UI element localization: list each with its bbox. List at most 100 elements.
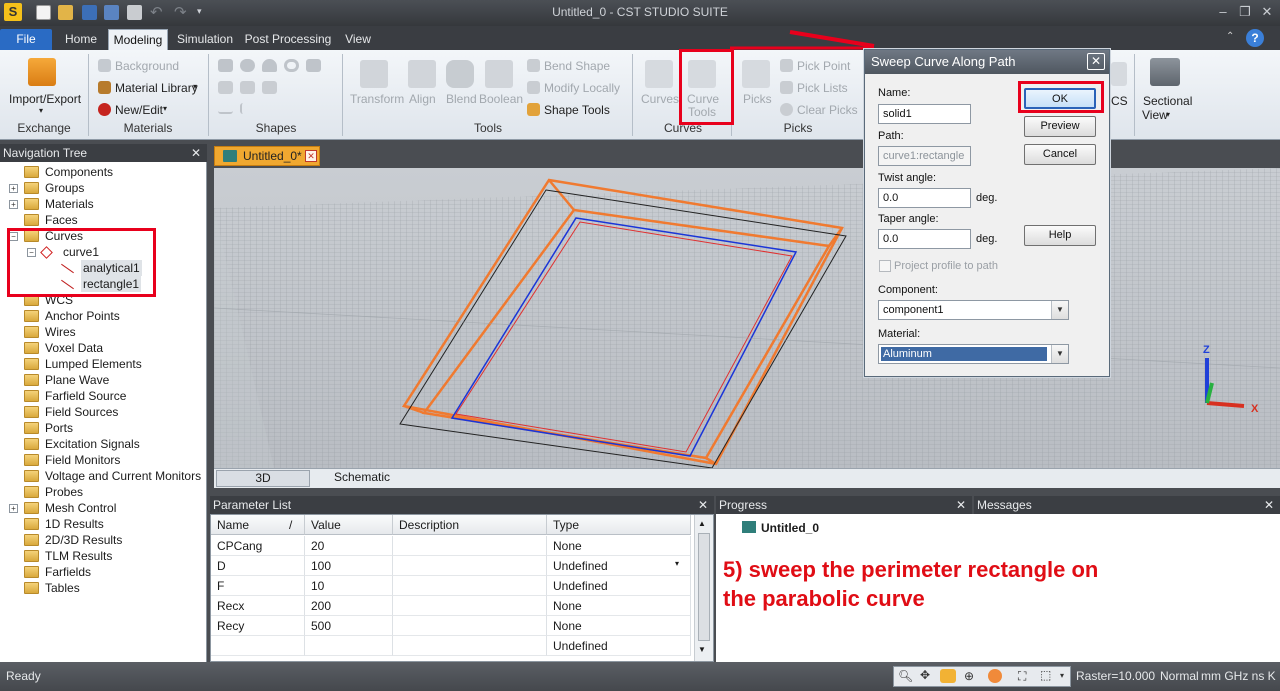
- view-dropdown-icon[interactable]: ▾: [1060, 671, 1064, 680]
- orient-icon[interactable]: [988, 669, 1002, 683]
- collapse-icon[interactable]: −: [9, 232, 18, 241]
- parameter-list-close-icon[interactable]: ✕: [698, 496, 708, 514]
- nav-tree-item[interactable]: Field Monitors: [0, 452, 207, 468]
- table-cell-description[interactable]: [393, 616, 547, 636]
- nav-tree-item[interactable]: 1D Results: [0, 516, 207, 532]
- restore-icon[interactable]: ❐: [1236, 4, 1254, 20]
- tab-home[interactable]: Home: [58, 29, 104, 50]
- modify-locally-button[interactable]: Modify Locally: [544, 81, 620, 95]
- nav-tree-item[interactable]: Tables: [0, 580, 207, 596]
- taper-angle-input[interactable]: 0.0: [878, 229, 971, 249]
- material-dropdown-icon[interactable]: ▼: [1051, 345, 1068, 363]
- nav-tree-item[interactable]: Components: [0, 164, 207, 180]
- sketch-shape-icon[interactable]: [240, 103, 255, 114]
- tab-view[interactable]: View: [340, 29, 376, 50]
- nav-tree-item[interactable]: − Curves: [0, 228, 207, 244]
- zoom-window-icon[interactable]: ⊕: [964, 669, 974, 683]
- nav-tree-item[interactable]: Lumped Elements: [0, 356, 207, 372]
- nav-tree-item[interactable]: + Mesh Control: [0, 500, 207, 516]
- table-row[interactable]: CPCang 20 None: [211, 536, 691, 556]
- nav-tree-item[interactable]: WCS: [0, 292, 207, 308]
- twist-angle-input[interactable]: 0.0: [878, 188, 971, 208]
- brick-shape-icon[interactable]: [218, 59, 233, 72]
- background-button[interactable]: Background: [115, 59, 179, 73]
- table-row[interactable]: Recy 500 None: [211, 616, 691, 636]
- dialog-title-bar[interactable]: Sweep Curve Along Path ✕: [865, 50, 1109, 74]
- tab-3d[interactable]: 3D: [216, 470, 310, 487]
- curve-shape-icon[interactable]: [218, 103, 233, 114]
- close-icon[interactable]: ✕: [1258, 4, 1276, 20]
- table-cell-type[interactable]: None: [547, 596, 691, 616]
- column-header-type[interactable]: Type: [547, 515, 691, 535]
- nav-tree-item[interactable]: Farfield Source: [0, 388, 207, 404]
- sphere-shape-icon[interactable]: [240, 59, 255, 72]
- clear-picks-button[interactable]: Clear Picks: [797, 103, 858, 117]
- cone-shape-icon[interactable]: [262, 59, 277, 72]
- bend-shape-button[interactable]: Bend Shape: [544, 59, 610, 73]
- picks-button[interactable]: Picks: [743, 92, 772, 106]
- collapse-icon[interactable]: −: [27, 248, 36, 257]
- 3d-viewport[interactable]: Z X: [214, 168, 1280, 468]
- table-cell-value[interactable]: [305, 636, 393, 656]
- sectional-view-dropdown-icon[interactable]: ▾: [1166, 110, 1170, 119]
- component-dropdown-icon[interactable]: ▼: [1051, 301, 1068, 319]
- blend-button[interactable]: Blend: [446, 92, 477, 106]
- new-edit-material-button[interactable]: New/Edit: [115, 103, 163, 117]
- fit-view-icon[interactable]: ⛶: [1018, 669, 1026, 684]
- tab-modeling[interactable]: Modeling: [108, 29, 168, 50]
- scroll-thumb[interactable]: [698, 533, 710, 641]
- cancel-button[interactable]: Cancel: [1024, 144, 1096, 165]
- material-library-button[interactable]: Material Library: [115, 81, 198, 95]
- table-cell-name[interactable]: D: [211, 556, 305, 576]
- transform-button[interactable]: Transform: [350, 92, 404, 106]
- tab-post-processing[interactable]: Post Processing: [242, 29, 334, 50]
- column-header-name[interactable]: Name /: [211, 515, 305, 535]
- column-header-value[interactable]: Value: [305, 515, 393, 535]
- nav-tree-item[interactable]: Ports: [0, 420, 207, 436]
- expand-icon[interactable]: +: [9, 200, 18, 209]
- ok-button[interactable]: OK: [1024, 88, 1096, 109]
- pick-lists-button[interactable]: Pick Lists: [797, 81, 848, 95]
- expand-icon[interactable]: +: [9, 504, 18, 513]
- table-cell-type[interactable]: Undefined: [547, 556, 691, 576]
- table-cell-description[interactable]: [393, 556, 547, 576]
- table-cell-name[interactable]: Recy: [211, 616, 305, 636]
- table-cell-description[interactable]: [393, 536, 547, 556]
- material-select[interactable]: Aluminum ▼: [878, 344, 1069, 364]
- document-tab[interactable]: Untitled_0* ✕: [214, 146, 320, 166]
- table-cell-value[interactable]: 10: [305, 576, 393, 596]
- table-row[interactable]: D 100 Undefined: [211, 556, 691, 576]
- table-cell-description[interactable]: [393, 596, 547, 616]
- view-cube-icon[interactable]: ⬚: [1040, 668, 1051, 682]
- nav-tree-item[interactable]: − curve1: [0, 244, 207, 260]
- table-cell-value[interactable]: 20: [305, 536, 393, 556]
- status-units[interactable]: mm GHz ns K: [1201, 669, 1276, 683]
- table-cell-value[interactable]: 500: [305, 616, 393, 636]
- sectional-view-button-line1[interactable]: Sectional: [1143, 94, 1192, 108]
- table-row[interactable]: F 10 Undefined: [211, 576, 691, 596]
- nav-tree-item[interactable]: 2D/3D Results: [0, 532, 207, 548]
- table-row[interactable]: Recx 200 None: [211, 596, 691, 616]
- expand-icon[interactable]: +: [9, 184, 18, 193]
- loft-shape-icon[interactable]: [240, 81, 255, 94]
- new-edit-dropdown-icon[interactable]: ▾: [163, 104, 167, 113]
- tab-file[interactable]: File: [0, 29, 52, 50]
- nav-tree-item[interactable]: TLM Results: [0, 548, 207, 564]
- nav-tree-item[interactable]: analytical1: [0, 260, 207, 276]
- nav-tree-item[interactable]: Farfields: [0, 564, 207, 580]
- type-dropdown-icon[interactable]: ▾: [675, 559, 679, 568]
- pan-icon[interactable]: ✥: [920, 668, 930, 682]
- tab-schematic[interactable]: Schematic: [324, 470, 400, 487]
- preview-button[interactable]: Preview: [1024, 116, 1096, 137]
- scroll-down-icon[interactable]: ▼: [698, 645, 706, 654]
- nav-tree-item[interactable]: + Materials: [0, 196, 207, 212]
- project-profile-checkbox[interactable]: [879, 260, 891, 272]
- table-cell-type[interactable]: None: [547, 536, 691, 556]
- name-input[interactable]: solid1: [878, 104, 971, 124]
- nav-tree-item[interactable]: Field Sources: [0, 404, 207, 420]
- rotate-shape-icon[interactable]: [306, 59, 321, 72]
- nav-tree-item[interactable]: Anchor Points: [0, 308, 207, 324]
- shape-tools-button[interactable]: Shape Tools: [544, 103, 610, 117]
- nav-tree-item[interactable]: Wires: [0, 324, 207, 340]
- help-icon[interactable]: ?: [1246, 29, 1264, 47]
